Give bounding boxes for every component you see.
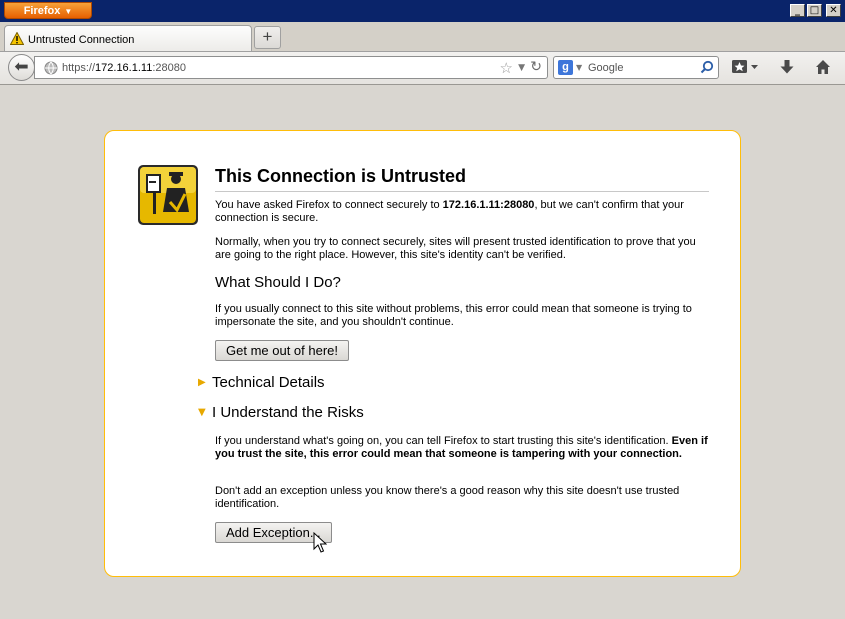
intro-host: 172.16.1.11:28080 bbox=[442, 199, 535, 211]
url-port: :28080 bbox=[152, 62, 186, 74]
mouse-cursor-icon bbox=[313, 532, 327, 553]
collapse-arrow-icon: ▼ bbox=[198, 407, 206, 418]
what-text: If you usually connect to this site with… bbox=[215, 303, 692, 328]
get-me-out-button[interactable]: Get me out of here! bbox=[215, 340, 350, 361]
error-card: This Connection is Untrusted You have as… bbox=[104, 130, 741, 577]
search-bar[interactable]: g ▼ Google bbox=[553, 56, 719, 79]
firefox-menu-label: Firefox bbox=[23, 5, 61, 17]
url-bar[interactable]: https://172.16.1.11:28080 ☆ ▼ ↻ bbox=[34, 56, 548, 79]
tab-strip: Untrusted Connection + bbox=[0, 22, 845, 52]
window-controls: _ □ ✕ bbox=[790, 4, 841, 17]
tab-untrusted-connection[interactable]: Untrusted Connection bbox=[4, 25, 252, 52]
risks-text-prefix: If you understand what's going on, you c… bbox=[215, 435, 672, 447]
chevron-down-icon: ▼ bbox=[64, 7, 73, 16]
search-icon[interactable] bbox=[700, 60, 714, 74]
window-titlebar: Firefox ▼ _ □ ✕ bbox=[0, 0, 845, 22]
warning-icon bbox=[10, 32, 24, 45]
technical-details-label: Technical Details bbox=[212, 374, 325, 391]
security-officer-icon bbox=[138, 165, 198, 225]
intro-prefix: You have asked Firefox to connect secure… bbox=[215, 199, 443, 211]
tab-title: Untrusted Connection bbox=[28, 34, 135, 46]
what-should-i-do-heading: What Should I Do? bbox=[215, 274, 341, 291]
page-content: This Connection is Untrusted You have as… bbox=[0, 85, 845, 619]
reload-icon[interactable]: ↻ bbox=[530, 59, 542, 75]
back-button[interactable]: ⬅ bbox=[8, 54, 35, 81]
minimize-button[interactable]: _ bbox=[790, 4, 805, 17]
technical-details-toggle[interactable]: ▶ Technical Details bbox=[198, 374, 325, 391]
globe-icon bbox=[44, 61, 58, 75]
new-tab-button[interactable]: + bbox=[254, 26, 281, 49]
understand-risks-label: I Understand the Risks bbox=[212, 404, 364, 421]
url-scheme: https:// bbox=[62, 62, 96, 74]
expand-arrow-icon: ▶ bbox=[198, 377, 206, 388]
search-input[interactable]: Google bbox=[588, 62, 623, 74]
bookmarks-menu-icon[interactable] bbox=[731, 59, 761, 75]
url-history-dropdown-icon[interactable]: ▼ bbox=[518, 63, 525, 73]
navigation-toolbar: https://172.16.1.11:28080 ☆ ▼ ↻ ⬅ g ▼ Go… bbox=[0, 51, 845, 85]
downloads-icon[interactable] bbox=[779, 59, 795, 75]
google-engine-icon[interactable]: g bbox=[558, 60, 573, 75]
maximize-button[interactable]: □ bbox=[807, 4, 822, 17]
intro-text: You have asked Firefox to connect secure… bbox=[215, 199, 711, 225]
understand-risks-toggle[interactable]: ▼ I Understand the Risks bbox=[198, 404, 364, 421]
home-icon[interactable] bbox=[815, 59, 831, 75]
url-text: https://172.16.1.11:28080 bbox=[62, 62, 186, 74]
bookmark-star-icon[interactable]: ☆ bbox=[500, 59, 513, 77]
page-title: This Connection is Untrusted bbox=[215, 166, 709, 192]
engine-dropdown-icon[interactable]: ▼ bbox=[576, 63, 582, 72]
firefox-menu-button[interactable]: Firefox ▼ bbox=[4, 2, 92, 19]
exception-text: Don't add an exception unless you know t… bbox=[215, 485, 680, 510]
url-host: 172.16.1.11 bbox=[95, 62, 153, 74]
normal-text: Normally, when you try to connect secure… bbox=[215, 236, 696, 261]
close-window-button[interactable]: ✕ bbox=[826, 4, 841, 17]
risks-text: If you understand what's going on, you c… bbox=[215, 435, 711, 461]
